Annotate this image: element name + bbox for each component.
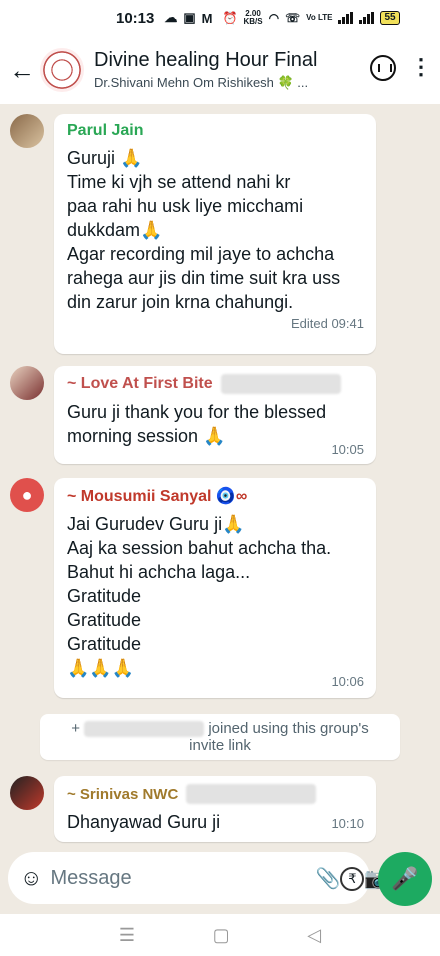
system-navigation-bar: ☰ ▢ ◁ xyxy=(0,914,440,956)
message-line: paa rahi hu usk liye micchami xyxy=(67,196,304,216)
sender-name-text: ~ Srinivas NWC xyxy=(67,785,179,803)
status-bar: 10:13 ☁ ▣ M ⏰ 2.00 KB/S ◠ ☏ Vo LTE 55 xyxy=(0,0,440,36)
cloud-icon: ☁ xyxy=(164,10,178,25)
redacted-phone xyxy=(84,721,205,738)
group-title: Divine healing Hour Final xyxy=(94,49,318,71)
recent-apps-icon[interactable]: ☰ xyxy=(119,925,135,946)
message-bubble[interactable]: ~ Srinivas NWC Dhanyawad Guru ji 10:10 xyxy=(54,776,376,842)
message-line: din zarur join krna chahungi. xyxy=(67,292,294,312)
message-line: rahega aur jis din time suit kra uss xyxy=(67,268,341,288)
more-vertical-icon: ⋮ xyxy=(410,54,432,79)
default-user-icon: ● xyxy=(21,484,33,505)
back-arrow-icon[interactable]: ← xyxy=(4,55,40,86)
network-label: Vo LTE xyxy=(306,13,333,22)
message-line: Bahut hi achcha laga... xyxy=(67,562,251,582)
system-icons: ⏰ 2.00 KB/S ◠ ☏ Vo LTE 55 xyxy=(223,10,400,26)
message-line: dukkdam🙏 xyxy=(67,220,163,240)
message-line: Aaj ka session bahut achcha tha. xyxy=(67,538,332,558)
message-line: Guruji 🙏 xyxy=(67,148,143,168)
rupee-icon: ₹ xyxy=(340,866,365,891)
message-line: Jai Gurudev Guru ji🙏 xyxy=(67,514,245,534)
audio-chat-icon xyxy=(370,54,396,81)
message-line: Gratitude xyxy=(67,610,142,630)
sender-name-text: Parul Jain xyxy=(67,122,144,139)
message-bubble[interactable]: Parul Jain Guruji 🙏 Time ki vjh se atten… xyxy=(54,114,376,354)
chat-header: ← Divine healing Hour Final Dr.Shivani M… xyxy=(0,36,440,104)
message-time: Edited 09:41 xyxy=(290,316,364,331)
sender-name: ~ Srinivas NWC xyxy=(67,784,364,804)
message-composer: ☺ 📎 ₹ 📷 xyxy=(8,852,389,904)
gmail-icon: M xyxy=(201,10,213,26)
sender-name-text: ~ Love At First Bite xyxy=(67,375,213,392)
sender-name-text: ~ Mousumii Sanyal 🧿∞ xyxy=(67,488,248,505)
battery-icon: 55 xyxy=(380,11,400,25)
attach-paperclip-icon[interactable]: 📎 xyxy=(315,866,340,891)
notification-icons: ☁ ▣ M xyxy=(164,10,212,26)
system-text-line1: joined using this group's xyxy=(208,720,369,737)
sticker-icon[interactable]: ☺ xyxy=(20,865,42,891)
redacted-phone xyxy=(186,784,317,804)
message-line: Time ki vjh se attend nahi kr xyxy=(67,172,291,192)
avatar[interactable] xyxy=(10,366,44,400)
message-bubble[interactable]: ~ Love At First Bite Guru ji thank you f… xyxy=(54,366,376,464)
back-nav-icon[interactable]: ◁ xyxy=(307,925,321,946)
sender-name: ~ Mousumii Sanyal 🧿∞ xyxy=(67,486,364,506)
voice-record-button[interactable]: 🎤 xyxy=(378,852,432,906)
payment-rupee-button[interactable]: ₹ xyxy=(340,866,365,891)
avatar[interactable] xyxy=(10,114,44,148)
system-text-line2: invite link xyxy=(189,737,251,755)
box-icon: ▣ xyxy=(183,10,196,25)
message-line: Dhanyawad Guru ji xyxy=(67,812,221,832)
message-line: Guru ji thank you for the blessed xyxy=(67,402,327,422)
menu-button[interactable]: ⋮ xyxy=(402,56,440,79)
sender-name: Parul Jain xyxy=(67,122,364,140)
voice-chat-button[interactable] xyxy=(364,54,402,86)
signal-icon xyxy=(338,12,354,24)
chat-area[interactable]: Parul Jain Guruji 🙏 Time ki vjh se atten… xyxy=(0,104,440,850)
alarm-icon: ⏰ xyxy=(222,11,238,25)
message-time: 10:10 xyxy=(331,816,364,831)
system-prefix: + xyxy=(71,720,80,737)
net-speed: 2.00 KB/S xyxy=(243,10,262,26)
microphone-icon: 🎤 xyxy=(391,866,419,891)
call-wifi-icon: ☏ xyxy=(285,11,301,25)
message-input[interactable] xyxy=(50,866,316,890)
status-time: 10:13 xyxy=(116,9,155,27)
message-line: Gratitude xyxy=(67,586,142,606)
header-info[interactable]: Divine healing Hour Final Dr.Shivani Meh… xyxy=(94,49,364,91)
message-line: Gratitude xyxy=(67,634,142,654)
home-icon[interactable]: ▢ xyxy=(213,925,230,946)
signal-icon-2 xyxy=(359,12,375,24)
wifi-icon: ◠ xyxy=(268,11,280,25)
avatar[interactable]: ● xyxy=(10,478,44,512)
redacted-phone xyxy=(220,374,341,394)
group-subtitle: Dr.Shivani Mehn Om Rishikesh 🍀 ... xyxy=(94,75,309,90)
sender-name: ~ Love At First Bite xyxy=(67,374,364,394)
message-bubble[interactable]: ~ Mousumii Sanyal 🧿∞ Jai Gurudev Guru ji… xyxy=(54,478,376,698)
net-speed-unit: KB/S xyxy=(243,17,263,26)
message-line: Agar recording mil jaye to achcha xyxy=(67,244,335,264)
system-message: + joined using this group's invite link xyxy=(40,714,400,761)
group-avatar[interactable] xyxy=(40,48,84,92)
avatar[interactable] xyxy=(10,776,44,810)
